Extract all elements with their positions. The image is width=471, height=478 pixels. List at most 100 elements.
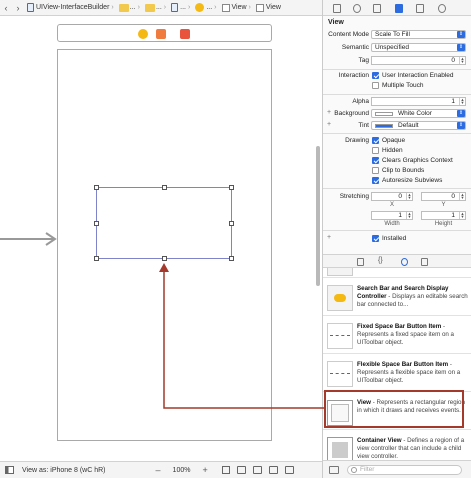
resize-handle[interactable] [229,256,234,261]
canvas-status-bar: View as: iPhone 8 (wC hR) – 100% + [0,461,322,478]
list-item[interactable]: Flexible Space Bar Button Item - Represe… [323,356,471,392]
zoom-out-button[interactable]: – [156,465,161,475]
view-icon [327,400,353,426]
resize-handle[interactable] [94,221,99,226]
tint-value: Default [398,122,419,129]
opaque-checkbox[interactable] [372,137,379,144]
media-library-icon[interactable] [421,258,428,266]
tag-field[interactable]: 0 ▲ ▼ [371,56,466,65]
library-item-text: Flexible Space Bar Button Item - Represe… [357,361,468,385]
forward-button[interactable]: › [12,3,24,13]
divider [323,94,471,95]
clip-to-bounds-checkbox[interactable] [372,167,379,174]
identity-inspector-icon[interactable] [373,4,381,13]
object-library-list[interactable]: Search Bar and Search Display Controller… [323,268,471,460]
grid-view-icon[interactable] [329,466,339,474]
stretch-height-field[interactable]: 1 ▲ ▼ [421,211,466,220]
semantic-select[interactable]: Unspecified ⇕ [371,43,466,52]
stretch-x-field[interactable]: 0 ▲ ▼ [371,192,413,201]
resolve-issues-icon[interactable] [268,466,278,474]
installed-checkbox[interactable] [372,235,379,242]
add-constraints-icon[interactable] [252,466,262,474]
connections-inspector-icon[interactable] [438,4,446,13]
autoresize-label: Autoresize Subviews [382,177,443,184]
tint-color-select[interactable]: Default ⇕ [371,121,466,130]
resize-handle[interactable] [162,185,167,190]
file-inspector-icon[interactable] [333,4,341,13]
filter-input[interactable]: Filter [347,465,462,475]
selected-subview[interactable] [94,185,234,261]
entry-point-arrow-icon[interactable] [0,232,58,246]
background-value: White Color [398,110,432,117]
list-item[interactable]: View - Represents a rectangular region i… [323,394,471,430]
breadcrumb-folder-2[interactable]: ... [144,3,162,12]
resize-handle[interactable] [229,185,234,190]
breadcrumb-project[interactable]: UIView-InterfaceBuilder [27,3,109,12]
library-item-text: Container View - Defines a region of a v… [357,437,468,460]
quick-help-icon[interactable] [353,4,361,13]
multiple-touch-checkbox[interactable] [372,82,379,89]
canvas-scrollbar[interactable] [316,146,320,286]
breadcrumb-scene[interactable]: ... [195,3,212,12]
breadcrumb-view[interactable]: View [255,3,281,12]
file-template-library-icon[interactable] [357,258,364,266]
alpha-field[interactable]: 1 ▲ ▼ [371,97,466,106]
resize-handle[interactable] [229,221,234,226]
chevron-right-icon: › [111,4,114,11]
storyboard-canvas[interactable] [0,16,322,461]
user-interaction-checkbox[interactable] [372,72,379,79]
resize-handle[interactable] [94,256,99,261]
stepper-icon[interactable]: ▲ ▼ [406,193,412,200]
stepper-icon[interactable]: ▲ ▼ [406,212,412,219]
stepper-icon[interactable]: ▲ ▼ [459,212,465,219]
list-item[interactable] [323,268,471,278]
alpha-value: 1 [451,98,455,105]
zoom-level[interactable]: 100% [173,467,191,474]
content-mode-select[interactable]: Scale To Fill ⇕ [371,30,466,39]
stepper-icon[interactable]: ▲ ▼ [459,98,465,105]
code-snippet-library-icon[interactable]: {} [378,257,385,265]
object-library-icon[interactable] [401,258,408,266]
view-as-button[interactable]: View as: iPhone 8 (wC hR) [22,467,106,474]
stepper-icon[interactable]: ▲ ▼ [459,193,465,200]
stretch-y-field[interactable]: 0 ▲ ▼ [421,192,466,201]
library-item-title: Flexible Space Bar Button Item [357,361,449,368]
background-color-select[interactable]: White Color ⇕ [371,109,466,118]
list-item[interactable]: Search Bar and Search Display Controller… [323,280,471,316]
background-label: Background [334,110,369,117]
user-interaction-label: User Interaction Enabled [382,72,454,79]
stretch-width-field[interactable]: 1 ▲ ▼ [371,211,413,220]
stepper-icon[interactable]: ▲ ▼ [459,57,465,64]
breadcrumb-view-label: View [265,4,281,11]
installed-label: Installed [382,235,407,242]
interaction-label: Interaction [338,72,369,79]
back-button[interactable]: ‹ [0,3,12,13]
add-variation-button[interactable]: + [327,234,331,241]
resize-handle[interactable] [162,256,167,261]
attributes-inspector-icon[interactable] [395,4,403,13]
hidden-checkbox[interactable] [372,147,379,154]
breadcrumb-view-parent[interactable]: View [221,3,247,12]
view-icon [255,3,264,12]
list-item[interactable]: Fixed Space Bar Button Item - Represents… [323,318,471,354]
breadcrumb-storyboard[interactable]: ... [171,3,186,12]
zoom-in-button[interactable]: + [202,465,207,475]
breadcrumb-folder-1[interactable]: ... [118,3,136,12]
document-outline-toggle-icon[interactable] [5,466,14,474]
breadcrumb-project-label: UIView-InterfaceBuilder [36,4,110,11]
section-title-view: View [328,19,344,26]
view-controller-icon[interactable] [138,29,148,39]
size-inspector-icon[interactable] [416,4,424,13]
list-item[interactable]: Container View - Defines a region of a v… [323,432,471,460]
clears-graphics-checkbox[interactable] [372,157,379,164]
embed-in-icon[interactable] [284,466,294,474]
first-responder-icon[interactable] [156,29,166,39]
resize-handle[interactable] [94,185,99,190]
update-frames-icon[interactable] [221,466,230,474]
align-icon[interactable] [236,466,246,474]
folder-icon [144,3,155,12]
divider [323,230,471,231]
exit-icon[interactable] [180,29,190,39]
autoresize-checkbox[interactable] [372,177,379,184]
breadcrumb-view-parent-label: View [231,4,247,11]
